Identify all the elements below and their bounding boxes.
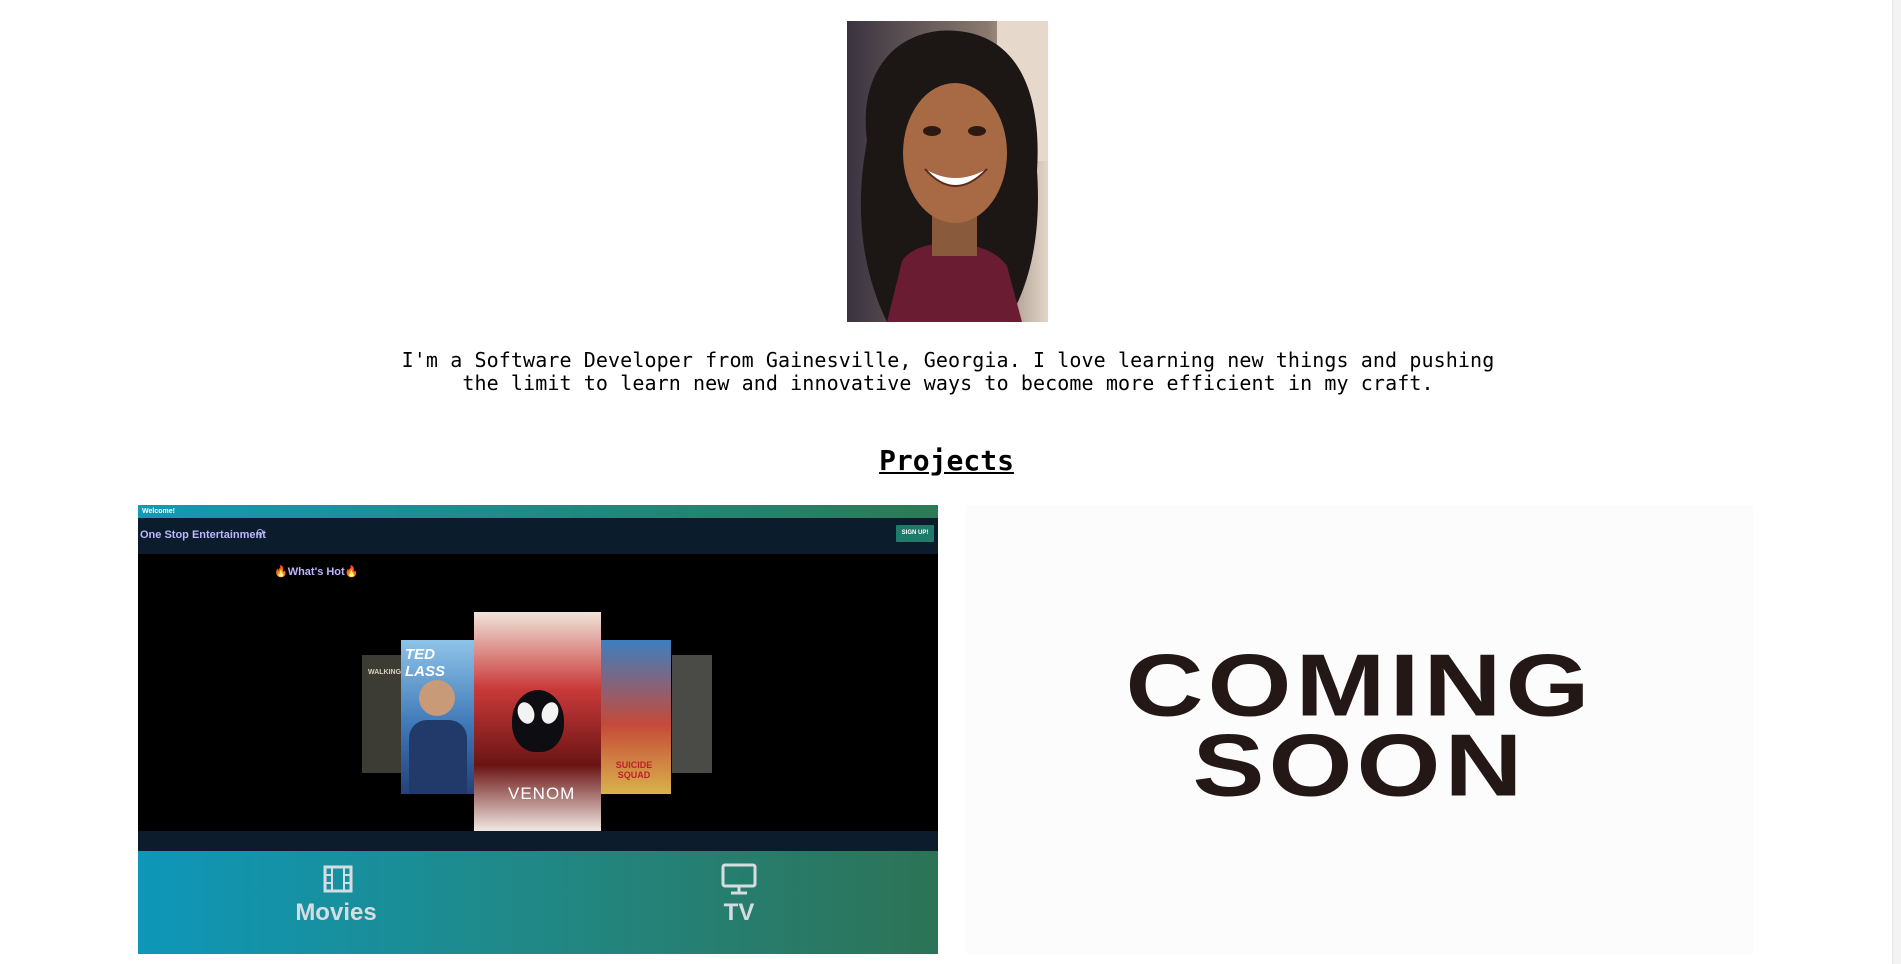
poster-figure bbox=[419, 680, 455, 716]
card-divider bbox=[138, 831, 938, 851]
welcome-bar: Welcome! bbox=[138, 505, 938, 518]
nav-label: TV bbox=[723, 899, 755, 926]
poster-title: TED LASS bbox=[405, 646, 446, 680]
mini-nav-strip: Movies TV bbox=[138, 851, 938, 954]
project-card-one-stop-entertainment[interactable]: Welcome! One Stop Entertainment ⚲ SIGN U… bbox=[138, 505, 938, 954]
poster-venom: VENOM bbox=[474, 612, 601, 831]
poster-figure bbox=[512, 690, 564, 752]
poster-title: VENOM bbox=[508, 784, 576, 803]
nav-label: Movies bbox=[295, 899, 377, 926]
poster-ted-lasso: TED LASS bbox=[401, 640, 477, 794]
profile-photo bbox=[847, 21, 1048, 322]
poster-title: SUICIDE SQUAD bbox=[615, 760, 653, 780]
nav-item-tv: TV bbox=[639, 851, 839, 954]
search-icon: ⚲ bbox=[256, 527, 265, 540]
bio-line: the limit to learn new and innovative wa… bbox=[462, 371, 1434, 395]
bio-text: I'm a Software Developer from Gainesvill… bbox=[400, 349, 1496, 395]
whats-hot-label: 🔥What's Hot🔥 bbox=[274, 566, 359, 578]
tv-icon bbox=[721, 863, 757, 895]
scrollbar[interactable] bbox=[1892, 0, 1901, 964]
coming-soon-line: SOON bbox=[1192, 714, 1527, 815]
poster-suicide-squad: SUICIDE SQUAD bbox=[595, 640, 671, 794]
bio-line: I'm a Software Developer from Gainesvill… bbox=[401, 348, 1495, 372]
projects-heading: Projects bbox=[879, 444, 1014, 477]
nav-item-movies: Movies bbox=[236, 851, 436, 954]
poster-figure bbox=[409, 720, 467, 794]
project-card-coming-soon[interactable]: COMING SOON bbox=[966, 505, 1753, 954]
poster-grey bbox=[672, 655, 712, 773]
coming-soon-line: COMING bbox=[1125, 634, 1594, 735]
poster-title: WALKING bbox=[368, 669, 402, 676]
film-icon bbox=[323, 865, 353, 893]
mini-header: One Stop Entertainment ⚲ SIGN UP! bbox=[138, 518, 938, 554]
signup-button: SIGN UP! bbox=[896, 525, 934, 542]
poster-walking: WALKING bbox=[362, 655, 406, 773]
mini-brand: One Stop Entertainment bbox=[140, 529, 266, 541]
